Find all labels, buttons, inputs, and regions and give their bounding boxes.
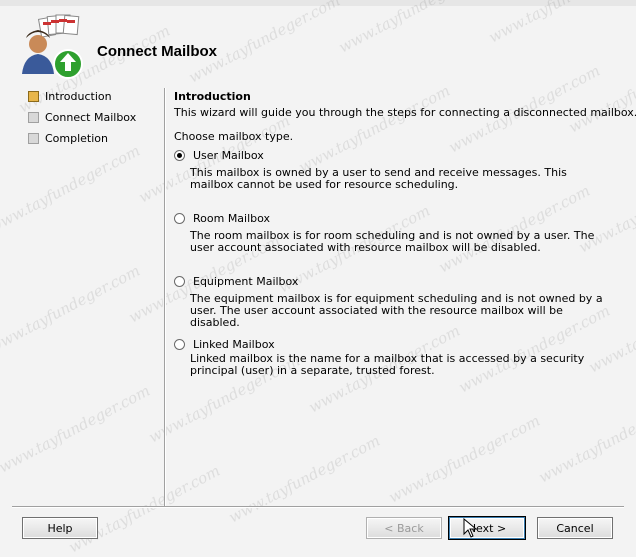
watermark-text: www.tayfundeger.com: [225, 431, 384, 527]
vertical-divider: [164, 88, 166, 506]
option-label[interactable]: Room Mailbox: [193, 212, 270, 225]
horizontal-divider: [12, 506, 624, 508]
room-mailbox-radio[interactable]: [174, 213, 185, 224]
watermark-text: www.tayfundeger.com: [0, 381, 154, 477]
pending-step-icon: [28, 132, 39, 144]
back-button[interactable]: < Back: [366, 517, 442, 539]
current-step-icon: [28, 90, 39, 102]
next-button[interactable]: Next >: [449, 517, 525, 539]
step-label: Connect Mailbox: [45, 110, 137, 124]
equipment-mailbox-radio[interactable]: [174, 276, 185, 287]
watermark-text: www.tayfundeger.com: [0, 261, 144, 357]
watermark-text: www.tayfundeger.com: [295, 81, 454, 177]
help-button[interactable]: Help: [22, 517, 98, 539]
intro-text: This wizard will guide you through the s…: [174, 106, 636, 119]
user-mailbox-radio[interactable]: [174, 150, 185, 161]
wizard-header: Connect Mailbox: [0, 6, 636, 84]
mouse-cursor-icon: [463, 518, 478, 538]
option-description: The equipment mailbox is for equipment s…: [190, 292, 603, 329]
step-label: Introduction: [45, 89, 112, 103]
watermark-text: www.tayfundeger.com: [385, 411, 544, 507]
linked-mailbox-radio[interactable]: [174, 339, 185, 350]
option-label[interactable]: Linked Mailbox: [193, 338, 275, 351]
step-completion: Completion: [28, 130, 108, 146]
option-label[interactable]: User Mailbox: [193, 149, 264, 162]
wizard-window: www.tayfundeger.com www.tayfundeger.com ww…: [0, 0, 636, 557]
connect-mailbox-icon: [22, 14, 83, 79]
watermark-text: www.tayfundeger.com: [0, 141, 144, 237]
step-connect-mailbox: Connect Mailbox: [28, 109, 136, 125]
wizard-title: Connect Mailbox: [97, 43, 218, 60]
option-description: This mailbox is owned by a user to send …: [190, 166, 567, 191]
step-introduction: Introduction: [28, 88, 112, 104]
option-label[interactable]: Equipment Mailbox: [193, 275, 298, 288]
watermark-text: www.tayfundeger.com: [535, 391, 636, 487]
step-label: Completion: [45, 131, 109, 145]
option-description: The room mailbox is for room scheduling …: [190, 229, 595, 254]
section-heading: Introduction: [174, 90, 251, 103]
choose-label: Choose mailbox type.: [174, 130, 294, 143]
cancel-button[interactable]: Cancel: [537, 517, 613, 539]
option-description: Linked mailbox is the name for a mailbox…: [190, 352, 585, 377]
watermark-text: www.tayfundeger.com: [65, 461, 224, 557]
pending-step-icon: [28, 111, 39, 123]
